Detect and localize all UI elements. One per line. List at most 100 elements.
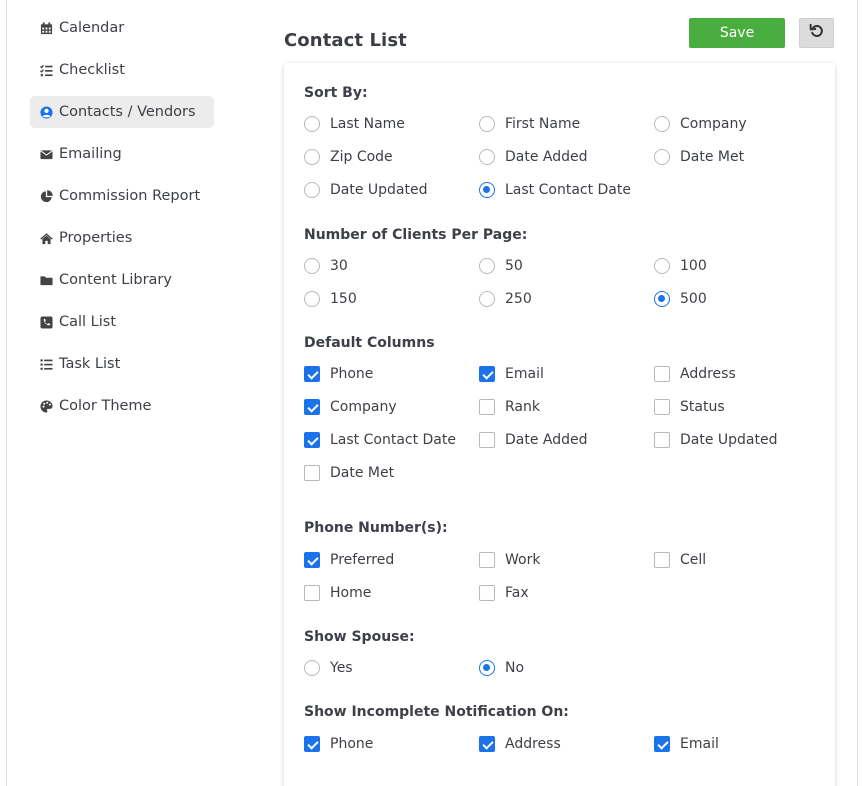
sidebar-item-color-theme[interactable]: Color Theme [30,390,214,422]
per-page-option-150[interactable]: 150 [304,289,357,309]
sidebar-item-contacts-vendors[interactable]: Contacts / Vendors [30,96,214,128]
sort-option-last-contact-date[interactable]: Last Contact Date [479,180,631,200]
radio-button[interactable] [479,149,495,165]
reset-button[interactable] [799,18,834,48]
checklist-icon [40,64,53,77]
sidebar-item-content-library[interactable]: Content Library [30,264,214,296]
sort-option-last-name[interactable]: Last Name [304,114,405,134]
sort-option-company[interactable]: Company [654,114,747,134]
checkbox-checked[interactable] [654,736,670,752]
checkbox[interactable] [654,366,670,382]
sidebar-item-label: Emailing [59,146,122,162]
per-page-option-50[interactable]: 50 [479,256,523,276]
phone-option-home[interactable]: Home [304,583,371,603]
per-page-option-250[interactable]: 250 [479,289,532,309]
sidebar-item-call-list[interactable]: Call List [30,306,214,338]
incomplete-notification-title: Show Incomplete Notification On: [304,704,569,720]
sidebar-item-label: Properties [59,230,133,246]
sidebar-item-label: Call List [59,314,117,330]
sidebar-item-commission-report[interactable]: Commission Report [30,180,214,212]
radio-button[interactable] [304,660,320,676]
phone-option-work[interactable]: Work [479,550,540,570]
column-option-phone[interactable]: Phone [304,364,373,384]
radio-button[interactable] [654,149,670,165]
folder-icon [40,274,53,287]
checkbox-checked[interactable] [304,736,320,752]
sort-by-title: Sort By: [304,85,368,101]
phone-square-icon [40,315,53,329]
sort-option-date-met[interactable]: Date Met [654,147,744,167]
radio-button[interactable] [654,116,670,132]
sidebar-item-label: Color Theme [59,398,152,414]
checkbox[interactable] [654,552,670,568]
spouse-option-no[interactable]: No [479,658,524,678]
radio-button[interactable] [479,258,495,274]
radio-button-selected[interactable] [479,182,495,198]
save-button[interactable]: Save [689,18,785,48]
palette-icon [40,399,53,413]
column-option-email[interactable]: Email [479,364,544,384]
sidebar-item-task-list[interactable]: Task List [30,348,214,380]
pie-chart-icon [40,189,53,203]
sort-option-zip-code[interactable]: Zip Code [304,147,393,167]
phone-option-cell[interactable]: Cell [654,550,706,570]
radio-button[interactable] [654,258,670,274]
sort-option-first-name[interactable]: First Name [479,114,580,134]
clients-per-page-title: Number of Clients Per Page: [304,227,528,243]
checkbox[interactable] [304,585,320,601]
contact-list-settings-card: Sort By: Last Name First Name Company Zi… [284,63,835,786]
calendar-icon [40,21,53,35]
checkbox[interactable] [479,432,495,448]
sidebar-item-label: Contacts / Vendors [59,104,196,120]
checkbox[interactable] [479,399,495,415]
phone-option-fax[interactable]: Fax [479,583,529,603]
column-option-company[interactable]: Company [304,397,397,417]
column-option-date-updated[interactable]: Date Updated [654,430,778,450]
sort-option-date-added[interactable]: Date Added [479,147,588,167]
sidebar-item-properties[interactable]: Properties [30,222,214,254]
checkbox-checked[interactable] [304,366,320,382]
column-option-date-added[interactable]: Date Added [479,430,588,450]
radio-button[interactable] [479,116,495,132]
page-border-left [6,0,7,786]
checkbox-checked[interactable] [304,552,320,568]
checkbox-checked[interactable] [479,736,495,752]
notify-option-email[interactable]: Email [654,734,719,754]
checkbox[interactable] [654,399,670,415]
checkbox-checked[interactable] [304,432,320,448]
sort-option-date-updated[interactable]: Date Updated [304,180,428,200]
checkbox[interactable] [304,465,320,481]
per-page-option-100[interactable]: 100 [654,256,707,276]
radio-button[interactable] [304,149,320,165]
page-title: Contact List [284,30,407,51]
spouse-option-yes[interactable]: Yes [304,658,353,678]
radio-button[interactable] [304,182,320,198]
column-option-rank[interactable]: Rank [479,397,540,417]
sidebar-item-emailing[interactable]: Emailing [30,138,214,170]
column-option-address[interactable]: Address [654,364,736,384]
checkbox-checked[interactable] [479,366,495,382]
checkbox-checked[interactable] [304,399,320,415]
radio-button[interactable] [304,258,320,274]
radio-button-selected[interactable] [479,660,495,676]
page-border-right [857,0,858,786]
phone-option-preferred[interactable]: Preferred [304,550,394,570]
undo-icon [809,23,825,43]
radio-button[interactable] [479,291,495,307]
sidebar-item-calendar[interactable]: Calendar [30,12,214,44]
checkbox[interactable] [479,585,495,601]
notify-option-address[interactable]: Address [479,734,561,754]
radio-button[interactable] [304,116,320,132]
per-page-option-500[interactable]: 500 [654,289,707,309]
column-option-last-contact-date[interactable]: Last Contact Date [304,430,456,450]
radio-button-selected[interactable] [654,291,670,307]
radio-button[interactable] [304,291,320,307]
column-option-date-met[interactable]: Date Met [304,463,394,483]
checkbox[interactable] [654,432,670,448]
home-icon [40,232,53,245]
notify-option-phone[interactable]: Phone [304,734,373,754]
sidebar-item-checklist[interactable]: Checklist [30,54,214,86]
per-page-option-30[interactable]: 30 [304,256,348,276]
column-option-status[interactable]: Status [654,397,725,417]
checkbox[interactable] [479,552,495,568]
